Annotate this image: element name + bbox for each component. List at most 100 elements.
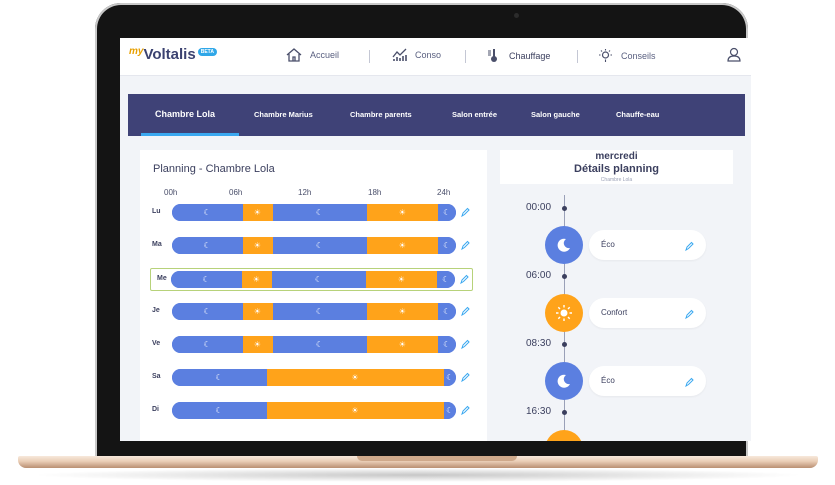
- planning-row-di[interactable]: Di ☾ ☀ ☾: [146, 400, 473, 421]
- nav-chauffage[interactable]: Chauffage: [487, 48, 550, 63]
- eco-segment[interactable]: ☾: [438, 336, 456, 353]
- confort-segment[interactable]: ☀: [367, 303, 439, 320]
- nav-conso[interactable]: Conso: [392, 48, 441, 62]
- eco-segment[interactable]: ☾: [272, 336, 368, 353]
- moon-icon: ☾: [443, 208, 451, 217]
- day-schedule-bar[interactable]: ☾ ☀ ☾ ☀ ☾: [172, 237, 456, 254]
- thermometer-icon: [488, 49, 497, 62]
- edit-pencil-icon[interactable]: [684, 239, 694, 257]
- confort-segment[interactable]: ☀: [367, 237, 439, 254]
- beta-badge: BETA: [197, 48, 217, 56]
- nav-conseils[interactable]: Conseils: [598, 48, 656, 63]
- voltalis-logo[interactable]: myVoltalis BETA: [129, 46, 217, 63]
- eco-segment[interactable]: ☾: [438, 237, 456, 254]
- eco-segment[interactable]: ☾: [172, 336, 243, 353]
- edit-pencil-icon[interactable]: [460, 205, 470, 223]
- eco-segment[interactable]: ☾: [172, 204, 243, 221]
- webcam: [514, 13, 519, 18]
- moon-icon: ☾: [203, 241, 211, 250]
- planning-title: Planning - Chambre Lola: [153, 163, 275, 175]
- moon-icon: ☾: [203, 307, 211, 316]
- planning-row-me[interactable]: Me ☾ ☀ ☾ ☀ ☾: [150, 268, 473, 291]
- day-schedule-bar[interactable]: ☾ ☀ ☾ ☀ ☾: [172, 336, 456, 353]
- edit-pencil-icon[interactable]: [684, 375, 694, 393]
- eco-segment[interactable]: ☾: [272, 303, 368, 320]
- timeline-time: 08:30: [526, 338, 552, 349]
- moon-icon: ☾: [314, 275, 323, 284]
- eco-segment[interactable]: ☾: [438, 303, 456, 320]
- planning-row-lu[interactable]: Lu ☾ ☀ ☾ ☀ ☾: [146, 202, 473, 223]
- sun-icon: ☀: [351, 373, 359, 382]
- confort-segment[interactable]: ☀: [243, 237, 273, 254]
- sun-icon: ☀: [397, 275, 405, 284]
- day-schedule-bar[interactable]: ☾ ☀ ☾: [172, 369, 456, 386]
- user-account-button[interactable]: [727, 47, 741, 67]
- eco-segment[interactable]: ☾: [172, 369, 267, 386]
- eco-segment[interactable]: ☾: [272, 204, 368, 221]
- edit-pencil-icon[interactable]: [684, 307, 694, 325]
- timeline-dot: [562, 206, 567, 211]
- planning-row-sa[interactable]: Sa ☾ ☀ ☾: [146, 367, 473, 388]
- hour-label: 06h: [229, 188, 243, 197]
- timeline-dot: [562, 410, 567, 415]
- day-schedule-bar[interactable]: ☾ ☀ ☾: [172, 402, 456, 419]
- confort-segment[interactable]: ☀: [243, 336, 273, 353]
- edit-pencil-icon[interactable]: [460, 370, 470, 388]
- tab-salon-entree[interactable]: Salon entrée: [452, 110, 497, 119]
- moon-icon: ☾: [203, 340, 211, 349]
- nav-accueil[interactable]: Accueil: [286, 48, 339, 62]
- tab-chambre-lola[interactable]: Chambre Lola: [155, 109, 215, 119]
- planning-row-ve[interactable]: Ve ☾ ☀ ☾ ☀ ☾: [146, 334, 473, 355]
- details-day: mercredi: [595, 151, 638, 162]
- edit-pencil-icon[interactable]: [460, 238, 470, 256]
- eco-segment[interactable]: ☾: [437, 271, 455, 288]
- tab-salon-gauche[interactable]: Salon gauche: [531, 110, 580, 119]
- eco-segment[interactable]: ☾: [271, 271, 367, 288]
- eco-segment[interactable]: ☾: [438, 204, 456, 221]
- details-header: mercredi Détails planning Chambre Lola: [500, 150, 733, 184]
- moon-icon: ☾: [315, 340, 324, 349]
- eco-segment[interactable]: ☾: [444, 402, 456, 419]
- timeline-mode-pill[interactable]: Éco: [589, 230, 706, 260]
- day-schedule-bar[interactable]: ☾ ☀ ☾ ☀ ☾: [172, 303, 456, 320]
- eco-segment[interactable]: ☾: [171, 271, 242, 288]
- confort-segment[interactable]: ☀: [242, 271, 272, 288]
- mode-label: Confort: [601, 308, 628, 317]
- sun-icon: [555, 440, 573, 441]
- edit-pencil-icon[interactable]: [460, 337, 470, 355]
- logo-name: Voltalis: [143, 46, 196, 63]
- confort-segment[interactable]: ☀: [243, 204, 273, 221]
- hour-label: 00h: [164, 188, 178, 197]
- day-schedule-bar[interactable]: ☾ ☀ ☾ ☀ ☾: [172, 204, 456, 221]
- day-schedule-bar[interactable]: ☾ ☀ ☾ ☀ ☾: [171, 271, 455, 288]
- details-room: Chambre Lola: [600, 177, 633, 183]
- confort-segment[interactable]: ☀: [367, 336, 439, 353]
- edit-pencil-icon[interactable]: [460, 403, 470, 421]
- mode-label: Éco: [601, 376, 615, 385]
- nav-label: Conso: [415, 50, 442, 60]
- tab-chambre-marius[interactable]: Chambre Marius: [254, 110, 313, 119]
- confort-segment[interactable]: ☀: [366, 271, 438, 288]
- timeline-time: 00:00: [526, 202, 552, 213]
- eco-segment[interactable]: ☾: [172, 237, 243, 254]
- timeline-mode-pill[interactable]: Éco: [589, 366, 706, 396]
- tab-chambre-parents[interactable]: Chambre parents: [350, 110, 412, 119]
- edit-pencil-icon[interactable]: [460, 304, 470, 322]
- confort-segment[interactable]: ☀: [367, 204, 439, 221]
- planning-row-ma[interactable]: Ma ☾ ☀ ☾ ☀ ☾: [146, 235, 473, 256]
- timeline-mode-pill[interactable]: Confort: [589, 298, 706, 328]
- timeline-dot: [562, 274, 567, 279]
- edit-pencil-icon[interactable]: [459, 272, 469, 290]
- hour-label: 18h: [368, 188, 382, 197]
- confort-segment[interactable]: ☀: [266, 402, 445, 419]
- confort-segment[interactable]: ☀: [243, 303, 273, 320]
- day-label: Ve: [152, 340, 161, 347]
- active-tab-indicator: [141, 133, 239, 136]
- tab-chauffe-eau[interactable]: Chauffe-eau: [616, 110, 659, 119]
- eco-segment[interactable]: ☾: [172, 402, 267, 419]
- eco-segment[interactable]: ☾: [172, 303, 243, 320]
- eco-segment[interactable]: ☾: [444, 369, 456, 386]
- confort-segment[interactable]: ☀: [266, 369, 445, 386]
- planning-row-je[interactable]: Je ☾ ☀ ☾ ☀ ☾: [146, 301, 473, 322]
- eco-segment[interactable]: ☾: [272, 237, 368, 254]
